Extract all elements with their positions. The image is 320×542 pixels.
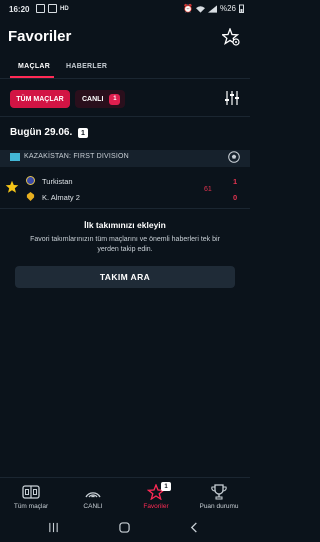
home-team-score: 1: [233, 177, 238, 186]
favorite-star-icon[interactable]: [5, 180, 19, 194]
scoreboard-icon: [22, 485, 40, 499]
recent-apps-icon[interactable]: [48, 522, 59, 533]
hd-icon: HD: [60, 5, 69, 12]
match-minute: 61: [204, 186, 212, 193]
divider: [0, 116, 250, 117]
nav-label: CANLI: [83, 503, 103, 510]
nav-favorites[interactable]: 1 Favoriler: [125, 478, 187, 516]
battery-icon: [239, 4, 244, 13]
nav-standings[interactable]: Puan durumu: [188, 478, 250, 516]
notification-icons: HD: [36, 4, 69, 13]
battery-percent: %26: [219, 4, 236, 13]
search-team-label: TAKIM ARA: [99, 272, 151, 282]
nav-label: Tüm maçlar: [13, 503, 49, 510]
alarm-icon: ⏰: [183, 4, 193, 13]
trophy-icon: [211, 484, 227, 500]
favorites-count-badge: 1: [161, 482, 171, 491]
date-match-count-badge: 1: [78, 128, 88, 138]
league-name: KAZAKİSTAN: FIRST DIVISION: [24, 153, 129, 160]
away-team-name: K. Almaty 2: [42, 193, 80, 202]
home-team-logo: [26, 176, 35, 185]
page-title: Favoriler: [8, 28, 72, 45]
system-navigation-bar: [0, 515, 250, 542]
nav-label: Puan durumu: [199, 503, 239, 510]
sliders-icon[interactable]: [224, 90, 240, 106]
tab-matches[interactable]: MAÇLAR: [18, 63, 50, 70]
status-bar: 16:20 HD ⏰ %26: [0, 0, 250, 20]
nav-all-matches[interactable]: Tüm maçlar: [0, 478, 62, 516]
system-icons: ⏰ %26: [183, 4, 244, 13]
home-team-name: Turkistan: [42, 177, 73, 186]
live-count-badge: 1: [109, 93, 121, 105]
filter-all-label: TÜM MAÇLAR: [16, 95, 64, 103]
app-notification-icon: [48, 4, 57, 13]
nav-label: Favoriler: [143, 503, 169, 510]
home-icon[interactable]: [119, 522, 130, 533]
status-time: 16:20: [9, 5, 30, 14]
wifi-icon: [195, 5, 205, 13]
search-team-button[interactable]: TAKIM ARA: [15, 266, 235, 288]
filter-all-matches-button[interactable]: TÜM MAÇLAR: [10, 90, 70, 108]
kazakhstan-flag-icon: [10, 153, 20, 161]
bottom-navigation: Tüm maçlar CANLI 1 Favoriler Puan durumu: [0, 477, 250, 516]
away-team-logo: [26, 192, 35, 201]
divider: [0, 78, 250, 79]
live-signal-icon: [85, 492, 101, 498]
tab-news[interactable]: HABERLER: [66, 63, 107, 70]
back-icon[interactable]: [189, 522, 200, 533]
away-team-score: 0: [233, 193, 238, 202]
filter-live-button[interactable]: CANLI 1: [75, 90, 125, 108]
date-heading: Bugün 29.06.: [10, 127, 73, 138]
signal-icon: [207, 4, 217, 13]
divider: [0, 208, 250, 209]
app-notification-icon: [36, 4, 45, 13]
favorite-settings-icon[interactable]: [222, 28, 240, 46]
tab-bar: MAÇLAR HABERLER: [0, 56, 250, 78]
soccer-ball-icon[interactable]: [228, 151, 240, 163]
empty-state-title: İlk takımınızı ekleyin: [84, 220, 166, 230]
filter-live-label: CANLI: [82, 95, 104, 103]
nav-live[interactable]: CANLI: [62, 478, 124, 516]
empty-state-text: Favori takımlarınızın tüm maçlarını ve ö…: [30, 236, 220, 254]
